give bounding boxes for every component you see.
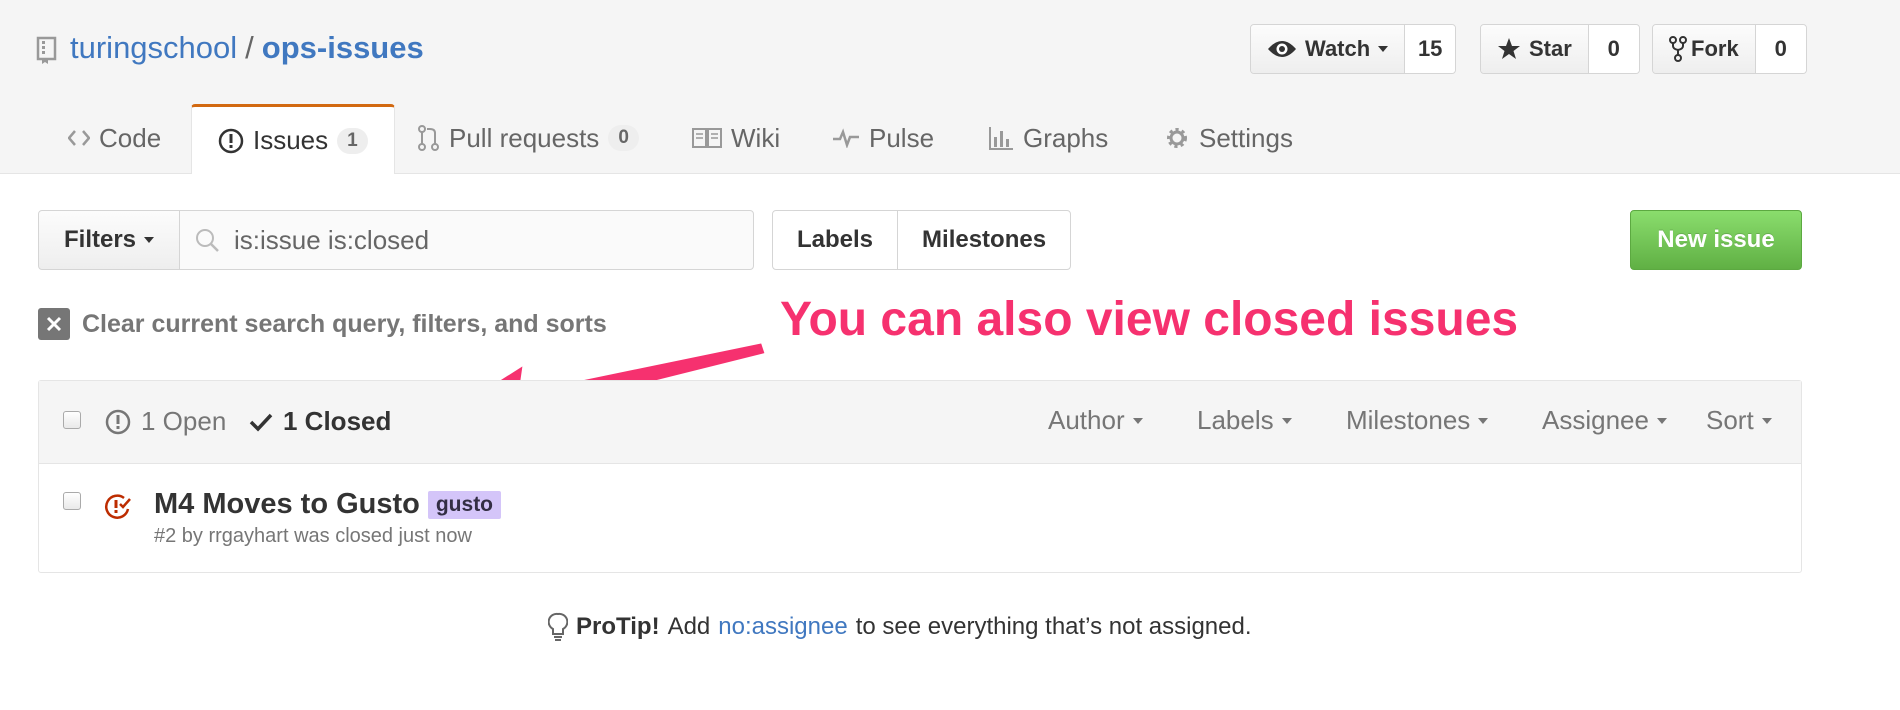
watch-button[interactable]: Watch <box>1251 25 1406 73</box>
chevron-down-icon <box>1761 417 1772 424</box>
chevron-down-icon <box>1656 417 1667 424</box>
assignee-filter-label: Assignee <box>1542 405 1649 435</box>
milestones-filter-label: Milestones <box>1346 405 1471 435</box>
tab-issues[interactable]: Issues 1 <box>191 104 395 174</box>
annotation-text: You can also view closed issues <box>780 293 1519 346</box>
watch-group: Watch 15 <box>1250 24 1457 74</box>
issue-title-link[interactable]: M4 Moves to Gusto <box>154 488 420 521</box>
fork-button[interactable]: Fork <box>1653 25 1756 73</box>
issue-opened-icon <box>105 409 131 435</box>
protip-text-before: Add <box>667 613 711 640</box>
issue-checkbox[interactable] <box>63 492 81 510</box>
tab-settings-label: Settings <box>1199 122 1293 153</box>
repo-owner-link[interactable]: turingschool <box>70 30 237 65</box>
labels-button[interactable]: Labels <box>773 211 897 269</box>
check-icon <box>249 412 273 432</box>
open-issues-link[interactable]: 1 Open <box>105 406 226 437</box>
tab-wiki[interactable]: Wiki <box>692 104 780 172</box>
star-icon <box>1497 37 1521 61</box>
milestones-button[interactable]: Milestones <box>897 211 1070 269</box>
tab-pulse-label: Pulse <box>869 122 935 153</box>
issue-label[interactable]: gusto <box>427 490 502 519</box>
search-icon <box>194 227 220 253</box>
protip-text-after: to see everything that’s not assigned. <box>855 613 1252 640</box>
labels-filter[interactable]: Labels <box>1197 405 1292 436</box>
milestones-filter[interactable]: Milestones <box>1346 405 1489 436</box>
tab-pull-requests[interactable]: Pull requests 0 <box>418 104 639 172</box>
repo-title: turingschool / ops-issues <box>70 28 424 68</box>
watch-count[interactable]: 15 <box>1405 25 1456 73</box>
filters-button[interactable]: Filters <box>38 210 180 270</box>
tab-pulse[interactable]: Pulse <box>832 104 934 172</box>
author-filter-label: Author <box>1048 405 1125 435</box>
tab-code[interactable]: Code <box>68 104 161 172</box>
tab-issues-label: Issues <box>253 125 329 155</box>
tab-settings[interactable]: Settings <box>1164 104 1293 172</box>
closed-issues-label: 1 Closed <box>283 406 392 436</box>
repo-name-link[interactable]: ops-issues <box>262 30 424 65</box>
sort-filter[interactable]: Sort <box>1706 405 1772 436</box>
tab-graphs-label: Graphs <box>1023 122 1109 153</box>
star-button[interactable]: Star <box>1481 25 1589 73</box>
issue-row: M4 Moves to Gusto gusto <box>154 488 502 521</box>
filters-label: Filters <box>63 226 137 253</box>
tab-wiki-label: Wiki <box>731 122 781 153</box>
closed-issues-link[interactable]: 1 Closed <box>249 406 391 437</box>
chevron-down-icon <box>1281 417 1292 424</box>
eye-icon <box>1267 39 1297 59</box>
issue-search <box>179 210 754 270</box>
issues-counter: 1 <box>337 127 368 154</box>
graph-icon <box>988 125 1014 151</box>
labels-milestones-group: Labels Milestones <box>772 210 1072 270</box>
issue-opened-icon <box>218 128 244 154</box>
gear-icon <box>1164 125 1190 151</box>
repo-separator: / <box>245 30 254 65</box>
chevron-down-icon <box>1132 417 1143 424</box>
select-all-checkbox[interactable] <box>63 411 81 429</box>
chevron-down-icon <box>1478 417 1489 424</box>
protip-link[interactable]: no:assignee <box>718 613 847 641</box>
tab-pull-requests-label: Pull requests <box>449 122 600 153</box>
labels-filter-label: Labels <box>1197 405 1274 435</box>
pulse-icon <box>832 128 860 148</box>
star-count[interactable]: 0 <box>1588 25 1639 73</box>
issue-closed-icon <box>103 493 131 521</box>
fork-group: Fork 0 <box>1652 24 1807 74</box>
pull-request-icon <box>418 124 440 152</box>
watch-label: Watch <box>1305 36 1371 61</box>
protip-prefix: ProTip! <box>576 613 660 640</box>
repo-icon <box>36 36 58 64</box>
close-icon <box>38 308 70 340</box>
tab-graphs[interactable]: Graphs <box>988 104 1108 172</box>
chevron-down-icon <box>144 237 155 243</box>
book-icon <box>692 127 722 149</box>
chevron-down-icon <box>1378 46 1389 52</box>
new-issue-button[interactable]: New issue <box>1630 210 1802 270</box>
open-issues-label: 1 Open <box>141 406 227 436</box>
sort-filter-label: Sort <box>1706 405 1754 435</box>
tab-code-label: Code <box>99 122 162 153</box>
assignee-filter[interactable]: Assignee <box>1542 405 1667 436</box>
protip: ProTip! Add no:assignee to see everythin… <box>548 612 1252 642</box>
code-icon <box>68 128 90 148</box>
issue-meta: #2 by rrgayhart was closed just now <box>154 525 472 547</box>
star-group: Star 0 <box>1480 24 1640 74</box>
light-bulb-icon <box>548 612 568 642</box>
fork-icon <box>1669 36 1687 62</box>
author-filter[interactable]: Author <box>1048 405 1143 436</box>
search-input[interactable] <box>232 223 736 257</box>
fork-count[interactable]: 0 <box>1755 25 1806 73</box>
fork-label: Fork <box>1691 36 1739 61</box>
star-label: Star <box>1529 36 1572 61</box>
pull-requests-counter: 0 <box>608 125 639 151</box>
